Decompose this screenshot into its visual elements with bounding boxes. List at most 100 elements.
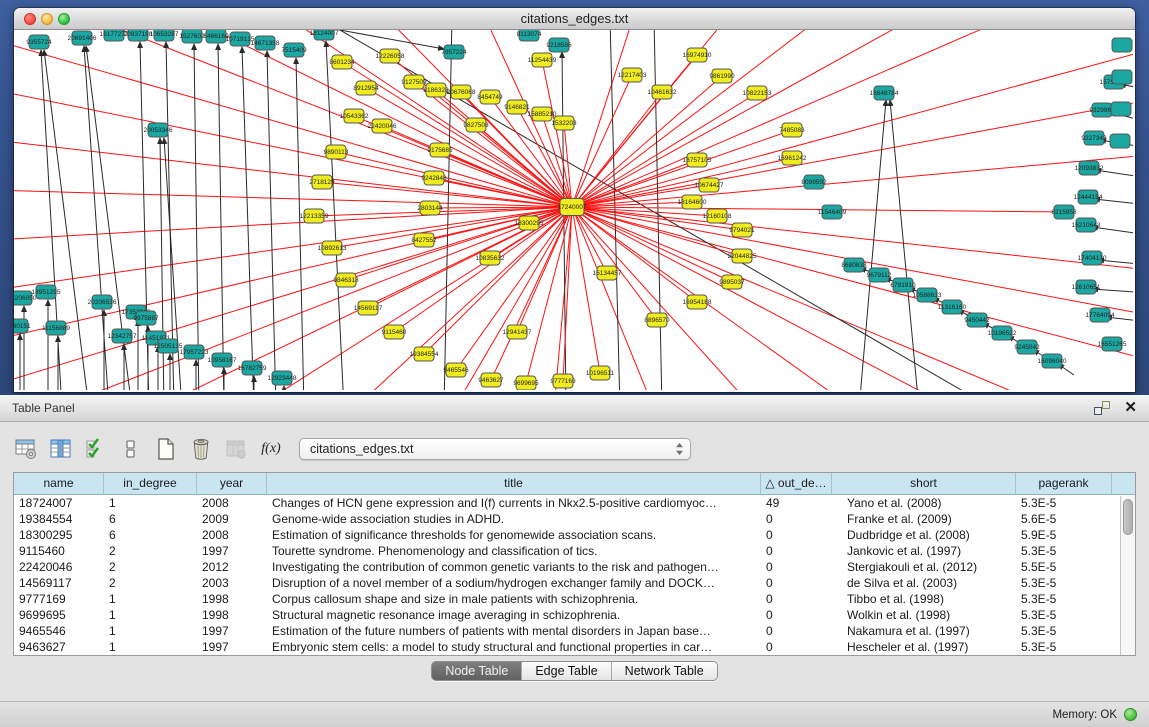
table-settings-icon[interactable]	[13, 436, 39, 462]
show-columns-icon[interactable]	[48, 436, 74, 462]
cell-in_degree[interactable]: 2	[104, 559, 197, 575]
cell-year[interactable]: 2008	[197, 527, 267, 543]
cell-pagerank[interactable]: 5.3E-5	[1016, 543, 1112, 559]
window-titlebar[interactable]: citations_edges.txt	[14, 8, 1135, 30]
cell-out_de[interactable]: 0	[761, 623, 832, 639]
cell-pagerank[interactable]: 5.6E-5	[1016, 511, 1112, 527]
cell-pagerank[interactable]: 5.3E-5	[1016, 591, 1112, 607]
cell-out_de[interactable]: 0	[761, 607, 832, 623]
cell-title[interactable]: Estimation of the future numbers of pati…	[267, 623, 761, 639]
cell-in_degree[interactable]: 6	[104, 511, 197, 527]
cell-out_de[interactable]: 49	[761, 495, 832, 511]
column-header-pagerank[interactable]: pagerank	[1016, 473, 1112, 494]
table-scrollbar[interactable]	[1120, 496, 1135, 655]
cell-pagerank[interactable]: 5.5E-5	[1016, 559, 1112, 575]
table-row[interactable]: 2242004622012Investigating the contribut…	[14, 559, 1135, 575]
cell-year[interactable]: 1997	[197, 639, 267, 655]
cell-in_degree[interactable]: 1	[104, 623, 197, 639]
column-header-in_degree[interactable]: in_degree	[104, 473, 197, 494]
cell-pagerank[interactable]: 5.9E-5	[1016, 527, 1112, 543]
table-row[interactable]: 1872400712008Changes of HCN gene express…	[14, 495, 1135, 511]
table-row[interactable]: 946554611997Estimation of the future num…	[14, 623, 1135, 639]
cell-out_de[interactable]: 0	[761, 575, 832, 591]
cell-out_de[interactable]: 0	[761, 591, 832, 607]
table-row[interactable]: 969969511998Structural magnetic resonanc…	[14, 607, 1135, 623]
cell-title[interactable]: Estimation of significance thresholds fo…	[267, 527, 761, 543]
cell-year[interactable]: 1997	[197, 623, 267, 639]
select-rows-icon[interactable]	[83, 436, 109, 462]
cell-pagerank[interactable]: 5.3E-5	[1016, 575, 1112, 591]
cell-year[interactable]: 1998	[197, 591, 267, 607]
table-scrollbar-thumb[interactable]	[1123, 499, 1133, 535]
cell-name[interactable]: 9465546	[14, 623, 104, 639]
graph-node[interactable]	[1112, 38, 1132, 52]
table-row[interactable]: 1938455462009Genome-wide association stu…	[14, 511, 1135, 527]
table-header-row[interactable]: namein_degreeyeartitle△ out_de…shortpage…	[14, 473, 1135, 495]
cell-short[interactable]: Stergiakouli et al. (2012)	[832, 559, 1016, 575]
table-row[interactable]: 1456911722003Disruption of a novel membe…	[14, 575, 1135, 591]
tab-node-table[interactable]: Node Table	[432, 662, 521, 680]
close-window-button[interactable]	[24, 13, 36, 25]
table-row[interactable]: 977716911998Corpus callosum shape and si…	[14, 591, 1135, 607]
cell-out_de[interactable]: 0	[761, 511, 832, 527]
cell-in_degree[interactable]: 1	[104, 639, 197, 655]
cell-out_de[interactable]: 0	[761, 639, 832, 655]
cell-in_degree[interactable]: 6	[104, 527, 197, 543]
cell-year[interactable]: 2012	[197, 559, 267, 575]
cell-name[interactable]: 19384554	[14, 511, 104, 527]
cell-name[interactable]: 9115460	[14, 543, 104, 559]
cell-short[interactable]: Wolkin et al. (1998)	[832, 607, 1016, 623]
cell-pagerank[interactable]: 5.3E-5	[1016, 623, 1112, 639]
table-row[interactable]: 1830029562008Estimation of significance …	[14, 527, 1135, 543]
cell-pagerank[interactable]: 5.3E-5	[1016, 607, 1112, 623]
cell-in_degree[interactable]: 1	[104, 495, 197, 511]
cell-in_degree[interactable]: 2	[104, 575, 197, 591]
row-boxes-icon[interactable]	[118, 436, 144, 462]
cell-pagerank[interactable]: 5.3E-5	[1016, 639, 1112, 655]
cell-short[interactable]: Hescheler et al. (1997)	[832, 639, 1016, 655]
cell-pagerank[interactable]: 5.3E-5	[1016, 495, 1112, 511]
zoom-window-button[interactable]	[58, 13, 70, 25]
float-panel-icon[interactable]	[1094, 401, 1110, 415]
memory-ok-icon[interactable]	[1124, 708, 1137, 721]
delete-table-icon[interactable]	[188, 436, 214, 462]
cell-short[interactable]: de Silva et al. (2003)	[832, 575, 1016, 591]
cell-short[interactable]: Nakamura et al. (1997)	[832, 623, 1016, 639]
cell-short[interactable]: Dudbridge et al. (2008)	[832, 527, 1016, 543]
column-header-name[interactable]: name	[14, 473, 104, 494]
cell-title[interactable]: Disruption of a novel member of a sodium…	[267, 575, 761, 591]
cell-year[interactable]: 2009	[197, 511, 267, 527]
cell-short[interactable]: Franke et al. (2009)	[832, 511, 1016, 527]
cell-year[interactable]: 1998	[197, 607, 267, 623]
cell-name[interactable]: 18300295	[14, 527, 104, 543]
cell-short[interactable]: Jankovic et al. (1997)	[832, 543, 1016, 559]
graph-node[interactable]	[1111, 102, 1131, 116]
table-source-select[interactable]: citations_edges.txt	[299, 438, 691, 460]
cell-name[interactable]: 22420046	[14, 559, 104, 575]
cell-title[interactable]: Investigating the contribution of common…	[267, 559, 761, 575]
table-row[interactable]: 911546021997Tourette syndrome. Phenomeno…	[14, 543, 1135, 559]
table-row[interactable]: 946362711997Embryonic stem cells: a mode…	[14, 639, 1135, 655]
cell-out_de[interactable]: 0	[761, 559, 832, 575]
cell-year[interactable]: 2003	[197, 575, 267, 591]
column-header-out_de[interactable]: △ out_de…	[761, 473, 832, 494]
cell-year[interactable]: 1997	[197, 543, 267, 559]
cell-out_de[interactable]: 0	[761, 543, 832, 559]
graph-node[interactable]	[1112, 70, 1132, 84]
cell-out_de[interactable]: 0	[761, 527, 832, 543]
cell-short[interactable]: Yano et al. (2008)	[832, 495, 1016, 511]
cell-in_degree[interactable]: 1	[104, 607, 197, 623]
cell-title[interactable]: Tourette syndrome. Phenomenology and cla…	[267, 543, 761, 559]
cell-in_degree[interactable]: 1	[104, 591, 197, 607]
tab-network-table[interactable]: Network Table	[611, 662, 717, 680]
cell-title[interactable]: Genome-wide association studies in ADHD.	[267, 511, 761, 527]
column-header-short[interactable]: short	[832, 473, 1016, 494]
cell-title[interactable]: Corpus callosum shape and size in male p…	[267, 591, 761, 607]
cell-short[interactable]: Tibbo et al. (1998)	[832, 591, 1016, 607]
close-panel-icon[interactable]: ✕	[1124, 401, 1137, 415]
cell-name[interactable]: 9777169	[14, 591, 104, 607]
minimize-window-button[interactable]	[41, 13, 53, 25]
cell-title[interactable]: Structural magnetic resonance image aver…	[267, 607, 761, 623]
network-canvas[interactable]: 9355724206914061617727220937198106532871…	[14, 30, 1135, 392]
cell-name[interactable]: 9699695	[14, 607, 104, 623]
